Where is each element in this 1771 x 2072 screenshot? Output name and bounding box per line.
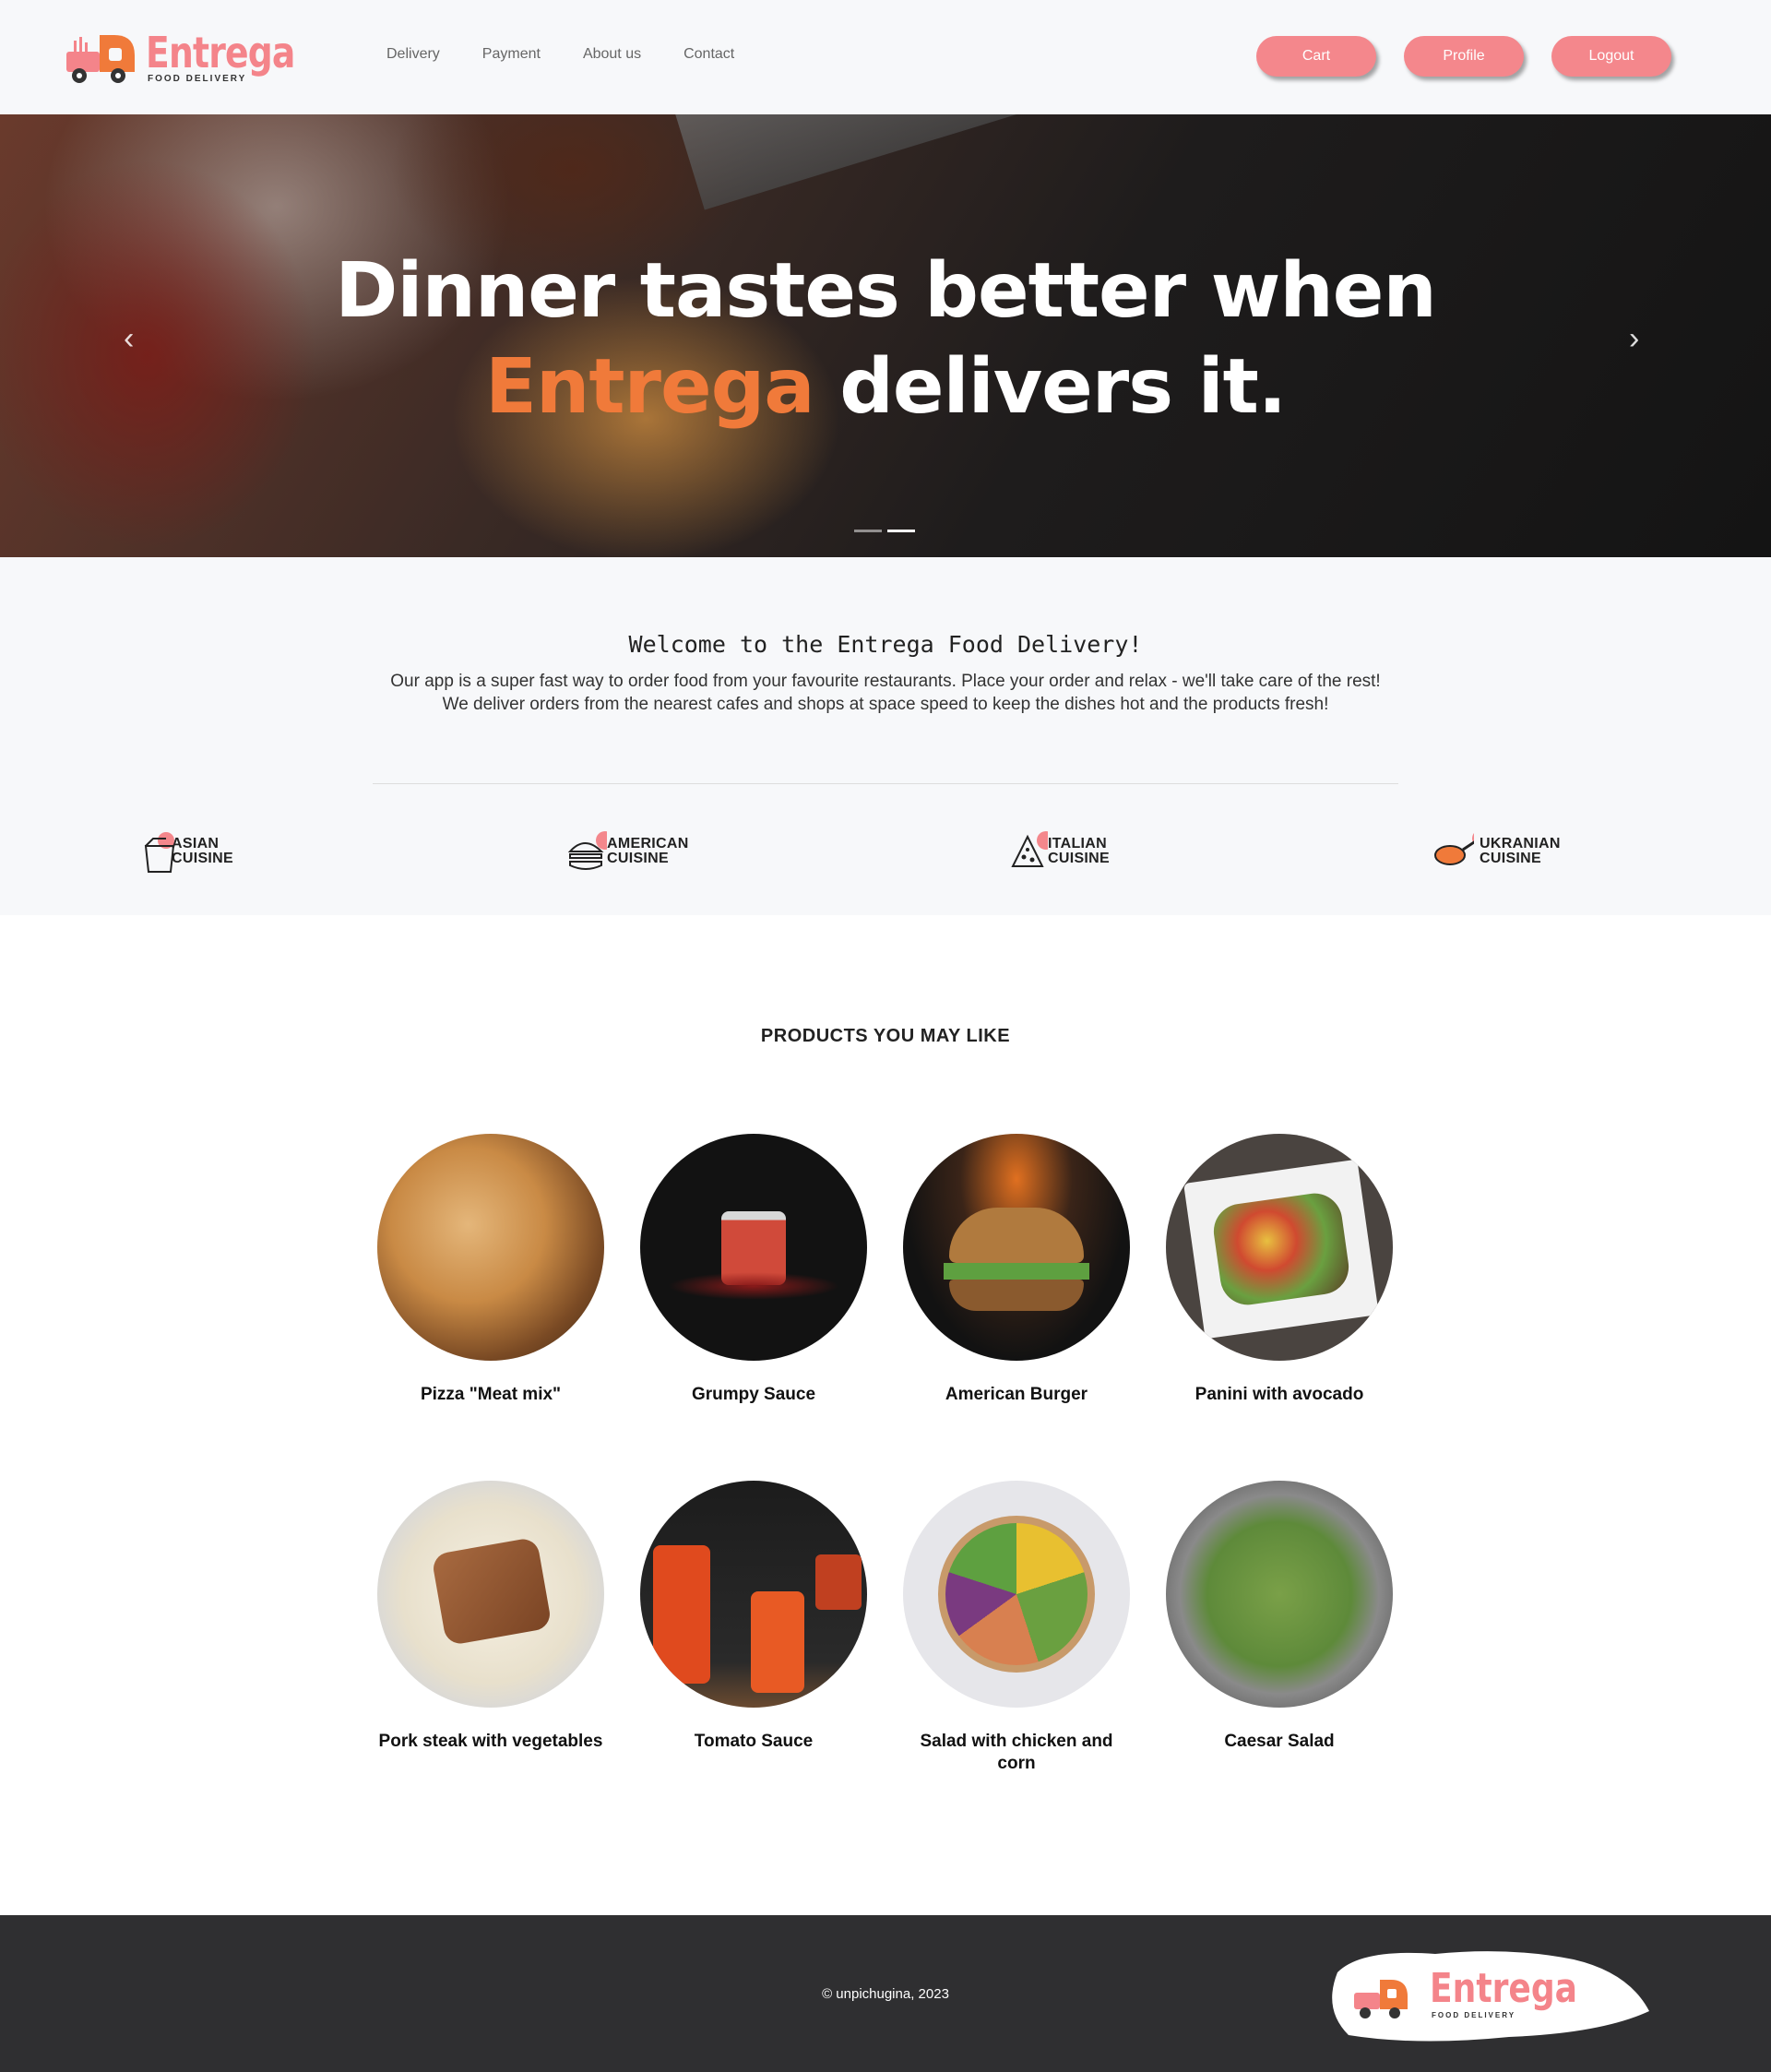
product-card[interactable]: Pork steak with vegetables: [377, 1481, 604, 1753]
delivery-truck-icon: [66, 35, 135, 83]
product-image-caesar-salad[interactable]: [1166, 1481, 1393, 1708]
product-card[interactable]: Salad with chicken and corn: [903, 1481, 1130, 1775]
cuisine-ukranian-line1: UKRANIAN: [1480, 836, 1561, 851]
product-card[interactable]: Panini with avocado: [1166, 1134, 1393, 1406]
product-name[interactable]: Salad with chicken and corn: [903, 1731, 1130, 1775]
site-header: Entrega FOOD DELIVERY Delivery Payment A…: [0, 0, 1771, 114]
product-image-american-burger[interactable]: [903, 1134, 1130, 1361]
product-card[interactable]: Tomato Sauce: [640, 1481, 867, 1753]
product-card[interactable]: Grumpy Sauce: [640, 1134, 867, 1406]
product-card[interactable]: Caesar Salad: [1166, 1481, 1393, 1753]
products-section-title: PRODUCTS YOU MAY LIKE: [760, 1026, 1011, 1046]
logo-wordmark: Entrega: [146, 28, 295, 77]
welcome-section: Welcome to the Entrega Food Delivery! Ou…: [0, 557, 1771, 915]
frying-pan-icon: [1434, 833, 1474, 865]
product-image-pork-steak[interactable]: [377, 1481, 604, 1708]
product-image-tomato-sauce[interactable]: [640, 1481, 867, 1708]
product-name[interactable]: Tomato Sauce: [640, 1731, 867, 1753]
noodle-box-icon: [144, 832, 175, 873]
cuisine-italian[interactable]: ITALIAN CUISINE: [1007, 828, 1110, 875]
cuisine-asian[interactable]: ASIAN CUISINE: [142, 828, 233, 875]
carousel-next-icon[interactable]: ›: [1629, 321, 1639, 357]
cuisine-ukranian[interactable]: UKRANIAN CUISINE: [1433, 828, 1561, 875]
product-image-panini[interactable]: [1166, 1134, 1393, 1361]
pizza-slice-icon: [1011, 831, 1048, 867]
cuisine-ukranian-line2: CUISINE: [1480, 851, 1541, 866]
cuisine-italian-line2: CUISINE: [1048, 851, 1110, 866]
product-name[interactable]: Pizza "Meat mix": [377, 1384, 604, 1406]
nav-contact[interactable]: Contact: [683, 46, 734, 63]
logo[interactable]: Entrega FOOD DELIVERY: [61, 28, 295, 87]
product-name[interactable]: Grumpy Sauce: [640, 1384, 867, 1406]
product-card[interactable]: American Burger: [903, 1134, 1130, 1406]
cuisine-american-line1: AMERICAN: [607, 836, 689, 851]
product-name[interactable]: American Burger: [903, 1384, 1130, 1406]
welcome-text: Our app is a super fast way to order foo…: [390, 672, 1381, 714]
cuisine-american[interactable]: AMERICAN CUISINE: [566, 828, 689, 875]
product-name[interactable]: Caesar Salad: [1166, 1731, 1393, 1753]
site-footer: © unpichugina, 2023 Entrega FOOD DELIVER…: [0, 1915, 1771, 2072]
carousel-prev-icon[interactable]: ‹: [124, 321, 134, 357]
section-divider: [373, 783, 1398, 784]
product-name[interactable]: Panini with avocado: [1166, 1384, 1393, 1406]
nav-delivery[interactable]: Delivery: [386, 46, 440, 63]
product-name[interactable]: Pork steak with vegetables: [377, 1731, 604, 1753]
hero-background-knife: [664, 114, 1771, 210]
footer-logo-wordmark: Entrega: [1430, 1965, 1578, 2012]
logout-button[interactable]: Logout: [1551, 36, 1671, 77]
hero-carousel: Dinner tastes better when Entrega delive…: [0, 114, 1771, 557]
cuisine-american-line2: CUISINE: [607, 851, 669, 866]
footer-logo[interactable]: Entrega FOOD DELIVERY: [1325, 1945, 1657, 2046]
nav-payment[interactable]: Payment: [482, 46, 541, 63]
cart-button[interactable]: Cart: [1256, 36, 1376, 77]
hero-accent-word: Entrega: [484, 343, 815, 431]
cuisine-italian-line1: ITALIAN: [1048, 836, 1108, 851]
product-image-pizza[interactable]: [377, 1134, 604, 1361]
hero-headline: Dinner tastes better when Entrega delive…: [0, 244, 1771, 435]
main-nav: Delivery Payment About us Contact: [386, 46, 777, 63]
hero-headline-line1: Dinner tastes better when: [335, 247, 1436, 335]
hero-headline-line2-rest: delivers it.: [814, 343, 1287, 431]
hero-headline-line2: Entrega delivers it.: [0, 339, 1771, 435]
burger-icon: [567, 831, 607, 870]
product-image-chicken-salad[interactable]: [903, 1481, 1130, 1708]
carousel-indicator-1[interactable]: [854, 530, 882, 532]
carousel-indicator-2[interactable]: [887, 530, 915, 532]
welcome-title: Welcome to the Entrega Food Delivery!: [628, 631, 1143, 658]
profile-button[interactable]: Profile: [1404, 36, 1524, 77]
product-image-grumpy-sauce[interactable]: [640, 1134, 867, 1361]
product-card[interactable]: Pizza "Meat mix": [377, 1134, 604, 1406]
nav-about-us[interactable]: About us: [583, 46, 641, 63]
footer-logo-tagline: FOOD DELIVERY: [1432, 2011, 1516, 2019]
logo-tagline: FOOD DELIVERY: [148, 74, 247, 84]
